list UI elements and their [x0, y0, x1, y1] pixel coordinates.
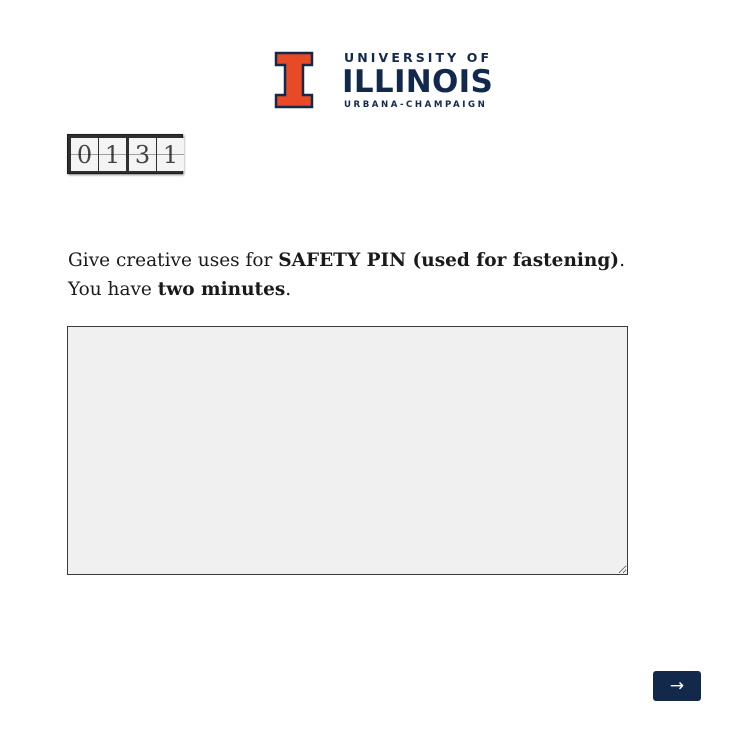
prompt-line-2: You have two minutes.	[68, 275, 668, 304]
prompt-period: .	[285, 279, 292, 300]
next-button[interactable]: →	[653, 671, 701, 701]
prompt-line-1: Give creative uses for SAFETY PIN (used …	[68, 246, 668, 275]
timer-seconds: 3 1	[129, 138, 184, 171]
timer-digit: 1	[157, 138, 184, 171]
timer-digit: 1	[99, 138, 126, 171]
timer-digit: 3	[129, 138, 156, 171]
prompt-duration: two minutes	[157, 279, 286, 300]
task-prompt: Give creative uses for SAFETY PIN (used …	[68, 246, 668, 304]
prompt-period: .	[619, 250, 625, 271]
prompt-time-intro: You have	[68, 279, 158, 300]
logo-university-of: UNIVERSITY OF	[344, 50, 493, 65]
prompt-object: SAFETY PIN (used for fastening)	[278, 250, 620, 271]
countdown-timer: 0 1 3 1	[67, 134, 184, 174]
answer-textarea[interactable]	[67, 326, 628, 575]
block-i-logo-icon	[274, 51, 314, 109]
logo-wordmark: UNIVERSITY OF ILLINOIS URBANA-CHAMPAIGN	[342, 50, 494, 110]
logo-illinois: ILLINOIS	[342, 63, 494, 100]
logo-urbana-champaign: URBANA-CHAMPAIGN	[344, 99, 488, 110]
university-logo: UNIVERSITY OF ILLINOIS URBANA-CHAMPAIGN	[274, 50, 499, 110]
timer-minutes: 0 1	[71, 138, 126, 171]
prompt-intro: Give creative uses for	[68, 250, 279, 271]
timer-digit: 0	[71, 138, 98, 171]
